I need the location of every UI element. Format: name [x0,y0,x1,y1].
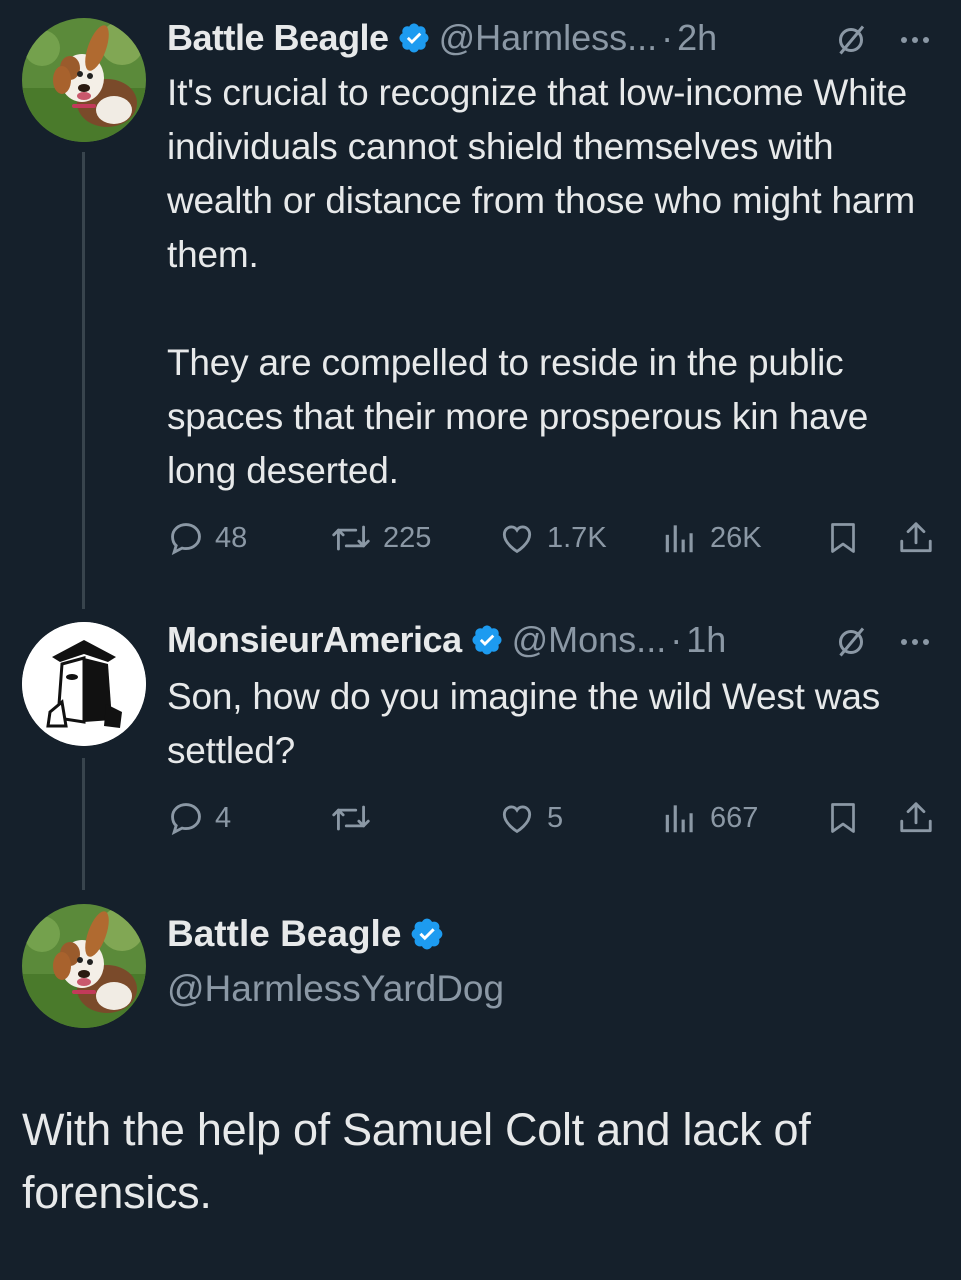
share-button[interactable] [897,518,935,558]
tweet-paragraph: Son, how do you imagine the wild West wa… [167,676,880,771]
views-icon [660,799,700,837]
bookmark-icon [825,799,861,837]
tweet-text: It's crucial to recognize that low-incom… [167,66,947,498]
avatar-battle-beagle[interactable] [22,904,146,1028]
more-icon[interactable] [896,624,934,660]
separator: · [661,17,674,58]
views-count: 667 [710,801,759,834]
author-handle[interactable]: @Harmless... [439,17,658,59]
reply-icon [167,799,205,837]
author-name[interactable]: MonsieurAmerica [167,619,462,661]
author-handle[interactable]: @Mons... [512,619,667,661]
more-icon[interactable] [896,22,934,58]
share-icon [897,799,935,837]
like-icon [497,519,537,557]
author-handle[interactable]: @HarmlessYardDog [167,968,504,1010]
grok-icon[interactable] [833,22,869,58]
thread-line [82,758,85,890]
views-count: 26K [710,521,762,554]
avatar-battle-beagle[interactable] [22,18,146,142]
tweet-actions: 48 225 1.7K 26K [167,518,937,558]
reply-count: 4 [215,801,232,834]
views-button[interactable]: 26K [660,518,762,558]
like-button[interactable]: 1.7K [497,518,607,558]
repost-icon [329,519,373,557]
like-count: 1.7K [547,521,607,554]
verified-badge-icon [409,916,445,952]
author-name[interactable]: Battle Beagle [167,17,389,59]
like-button[interactable]: 5 [497,798,563,838]
grok-icon[interactable] [833,624,869,660]
share-button[interactable] [897,798,935,838]
tweet-header: Battle Beagle @Harmless... · 2h [167,16,717,60]
separator: · [670,619,683,660]
reply-count: 48 [215,521,248,554]
tweet-paragraph: They are compelled to reside in the publ… [167,342,869,491]
reply-icon [167,519,205,557]
repost-button[interactable] [329,798,383,838]
verified-badge-icon [470,623,504,657]
verified-badge-icon [397,21,431,55]
tweet-text: Son, how do you imagine the wild West wa… [167,670,927,778]
tweet-paragraph: It's crucial to recognize that low-incom… [167,72,915,275]
repost-icon [329,799,373,837]
avatar-monsieuramerica[interactable] [22,622,146,746]
views-icon [660,519,700,557]
timestamp[interactable]: 2h [677,17,717,59]
like-count: 5 [547,801,564,834]
bookmark-button[interactable] [825,518,861,558]
like-icon [497,799,537,837]
tweet-header: MonsieurAmerica @Mons... · 1h [167,618,726,662]
reply-button[interactable]: 48 [167,518,247,558]
repost-count: 225 [383,521,432,554]
repost-button[interactable]: 225 [329,518,431,558]
tweet-actions: 4 5 667 [167,798,937,838]
views-button[interactable]: 667 [660,798,758,838]
bookmark-icon [825,519,861,557]
bookmark-button[interactable] [825,798,861,838]
share-icon [897,519,935,557]
reply-button[interactable]: 4 [167,798,231,838]
timestamp[interactable]: 1h [686,619,726,661]
main-author-row: Battle Beagle [167,913,453,955]
author-name[interactable]: Battle Beagle [167,913,401,955]
thread-line [82,152,85,609]
main-tweet-text: With the help of Samuel Colt and lack of… [22,1104,811,1218]
